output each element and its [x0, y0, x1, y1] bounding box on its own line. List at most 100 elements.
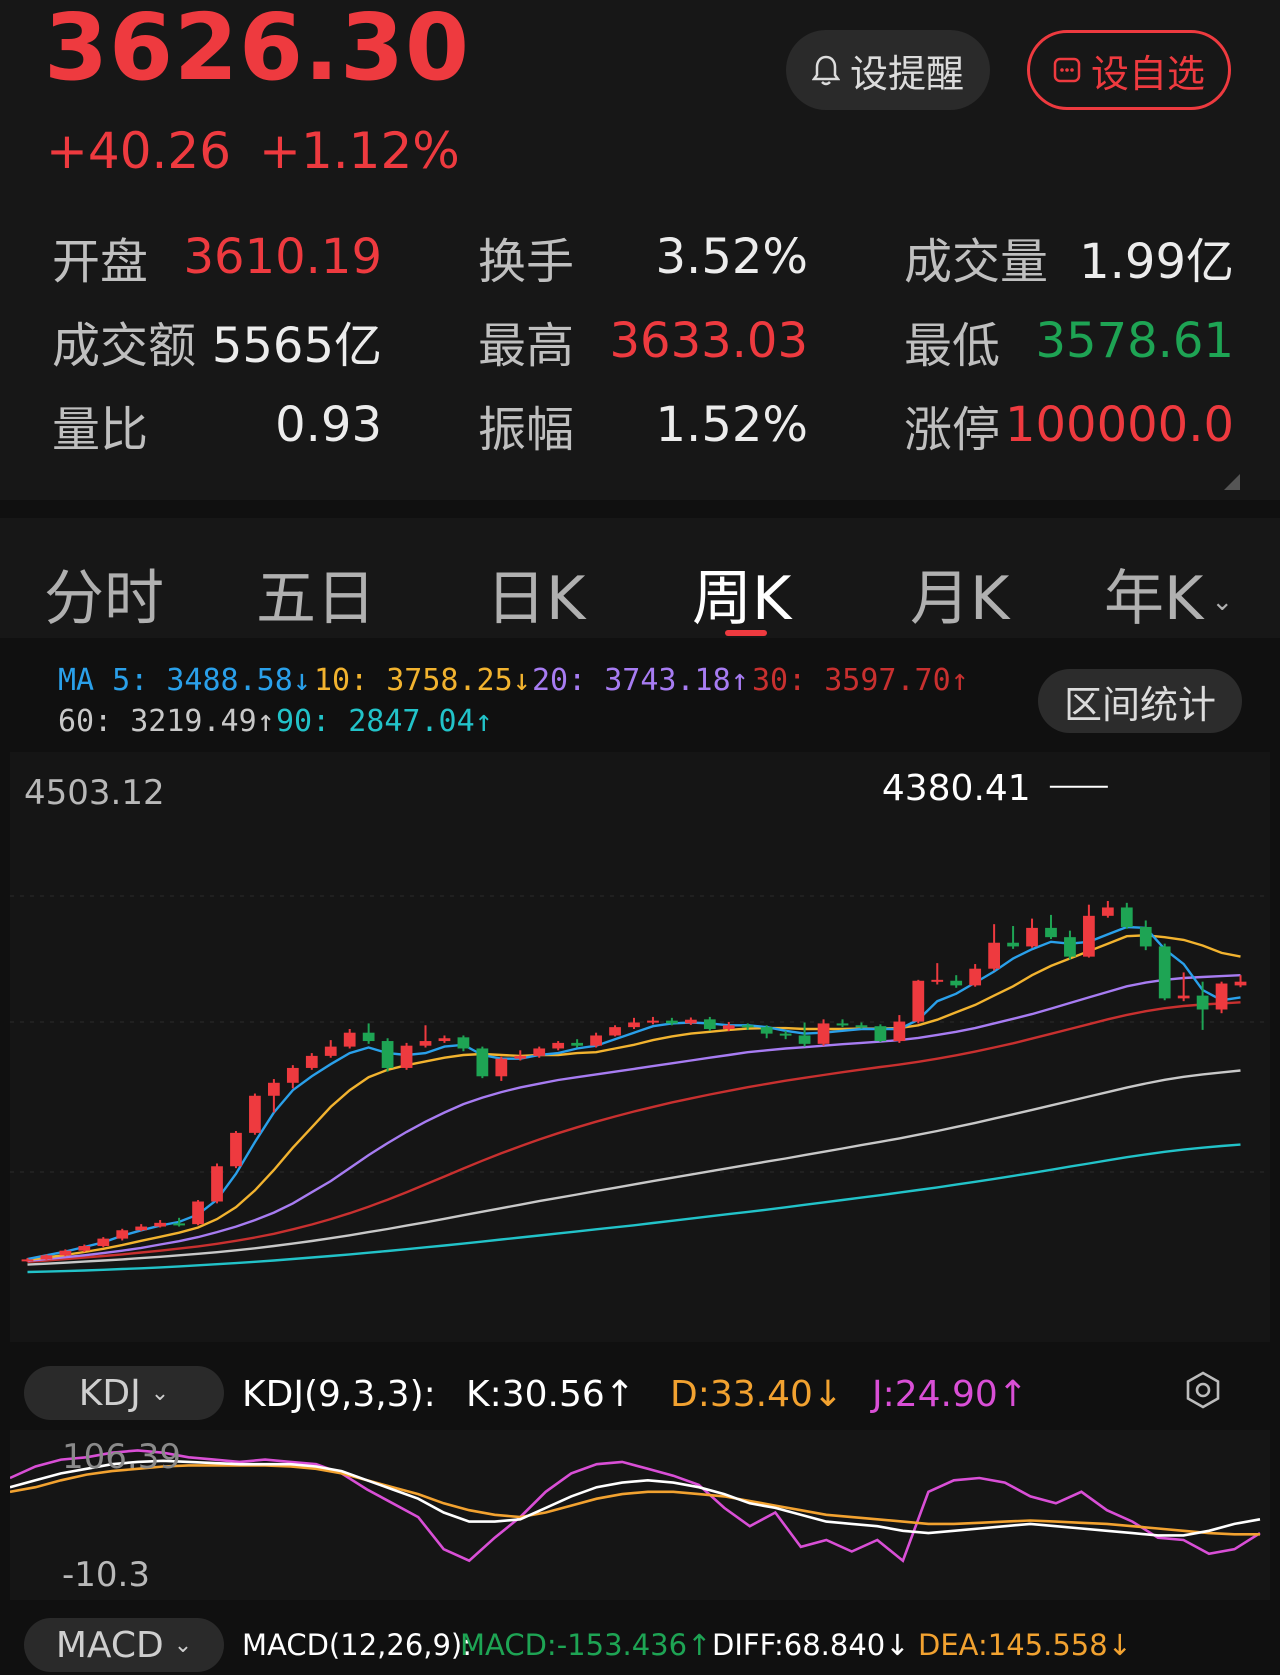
kdj-chart-area[interactable]: 106.39 -10.3: [9, 1430, 1270, 1600]
candle-body: [817, 1023, 830, 1044]
candle: [552, 1041, 565, 1051]
last-price: 3626.30: [44, 0, 471, 101]
candle-body: [950, 980, 963, 986]
stat-limit-up: 涨停 100000.0: [904, 397, 1234, 458]
tab-weekly-k[interactable]: 周K: [692, 550, 791, 637]
candle: [381, 1038, 394, 1072]
candle: [1083, 904, 1095, 958]
candle: [817, 1019, 830, 1046]
candle-body: [135, 1226, 148, 1231]
candle-body: [419, 1041, 432, 1046]
kdj-d-line: [9, 1464, 1260, 1536]
kdj-chart: 106.39 -10.3: [9, 1437, 1261, 1595]
candle-body: [1234, 981, 1247, 986]
kline-chart-area[interactable]: 4503.12 4380.41: [10, 752, 1270, 1342]
macd-selector[interactable]: MACD ⌄: [24, 1618, 224, 1672]
candle-body: [78, 1246, 91, 1251]
candle: [836, 1019, 849, 1028]
tab-five-day[interactable]: 五日: [256, 550, 376, 637]
candle: [476, 1046, 489, 1079]
candle-body: [495, 1058, 508, 1077]
candle-body: [703, 1019, 716, 1029]
macd-dea-value: DEA:145.558↓: [918, 1628, 1132, 1662]
change-percent: +1.12%: [259, 122, 460, 180]
kdj-params: KDJ(9,3,3):: [242, 1374, 436, 1415]
candle-body: [798, 1035, 811, 1044]
candle-body: [286, 1067, 299, 1083]
candle-body: [362, 1032, 375, 1042]
candle: [1064, 930, 1076, 960]
candle-body: [173, 1223, 185, 1226]
candle-body: [1158, 946, 1171, 999]
candle: [286, 1065, 299, 1089]
candle: [1234, 975, 1247, 988]
high-price-marker-label: 4380.41: [882, 768, 1031, 809]
stat-volume-ratio: 量比 0.93: [52, 397, 382, 458]
tab-intraday[interactable]: 分时: [44, 550, 164, 637]
candle-body: [230, 1132, 242, 1167]
candle: [324, 1040, 337, 1058]
candle: [154, 1220, 167, 1228]
add-watchlist-button[interactable]: 设自选: [1027, 30, 1231, 110]
candle-body: [249, 1095, 261, 1133]
candle-body: [457, 1037, 470, 1049]
kdj-selector[interactable]: KDJ ⌄: [24, 1366, 224, 1420]
candle: [969, 964, 982, 987]
ma10-label: 10: 3758.25↓: [314, 663, 531, 698]
candle-body: [21, 1259, 34, 1262]
candle-body: [305, 1055, 318, 1068]
stat-amplitude: 振幅 1.52%: [478, 397, 808, 458]
settings-icon[interactable]: [1184, 1370, 1222, 1410]
candle-body: [590, 1035, 602, 1046]
ma5-label: MA 5: 3488.58↓: [58, 663, 311, 698]
candle: [1026, 918, 1038, 948]
macd-selector-label: MACD: [55, 1624, 164, 1666]
stat-open: 开盘 3610.19: [52, 229, 382, 290]
candle: [760, 1025, 773, 1039]
candle: [1139, 920, 1152, 951]
bell-icon: [811, 55, 840, 86]
candle-body: [438, 1038, 451, 1042]
candle-body: [647, 1020, 659, 1023]
candle-body: [741, 1025, 754, 1028]
candle-body: [211, 1166, 223, 1202]
candle: [874, 1024, 887, 1042]
set-alert-button[interactable]: 设提醒: [786, 30, 990, 110]
tab-monthly-k[interactable]: 月K: [910, 550, 1009, 637]
candle: [912, 979, 925, 1024]
candle-body: [666, 1020, 678, 1024]
set-alert-label: 设提醒: [849, 51, 964, 96]
ma20-label: 20: 3743.18↑: [532, 663, 749, 698]
candle-body: [40, 1255, 53, 1260]
candle: [609, 1025, 621, 1037]
price-change: +40.26 +1.12%: [46, 122, 460, 180]
candle: [1158, 943, 1171, 1001]
stat-low: 最低 3578.61: [904, 313, 1234, 374]
candle: [647, 1016, 659, 1025]
candle-body: [931, 979, 944, 982]
kdj-j-value: J:24.90↑: [872, 1374, 1028, 1415]
candle: [97, 1237, 110, 1248]
ma60-label: 60: 3219.49↑: [58, 704, 275, 739]
candle: [703, 1016, 716, 1031]
ma5-line: [27, 925, 1241, 1261]
tab-yearly-k[interactable]: 年K ⌄: [1104, 550, 1233, 637]
candle-body: [836, 1023, 849, 1026]
candle: [628, 1017, 640, 1029]
y-axis-top-label: 4503.12: [24, 773, 165, 813]
add-watchlist-label: 设自选: [1090, 51, 1205, 96]
expand-corner-icon[interactable]: [1224, 474, 1240, 490]
candle-body: [1083, 915, 1095, 957]
candle-body: [400, 1045, 413, 1068]
kdj-k-value: K:30.56↑: [466, 1374, 635, 1415]
range-stats-button[interactable]: 区间统计: [1038, 669, 1242, 733]
candle-body: [343, 1032, 356, 1047]
candle-body: [684, 1019, 697, 1024]
candle-body: [59, 1250, 72, 1256]
moving-average-lines: [27, 925, 1241, 1274]
candle: [571, 1039, 584, 1048]
tab-daily-k[interactable]: 日K: [486, 550, 585, 637]
candle: [438, 1035, 451, 1043]
macd-diff-value: DIFF:68.840↓: [712, 1628, 910, 1662]
kdj-k-line: [9, 1459, 1261, 1537]
